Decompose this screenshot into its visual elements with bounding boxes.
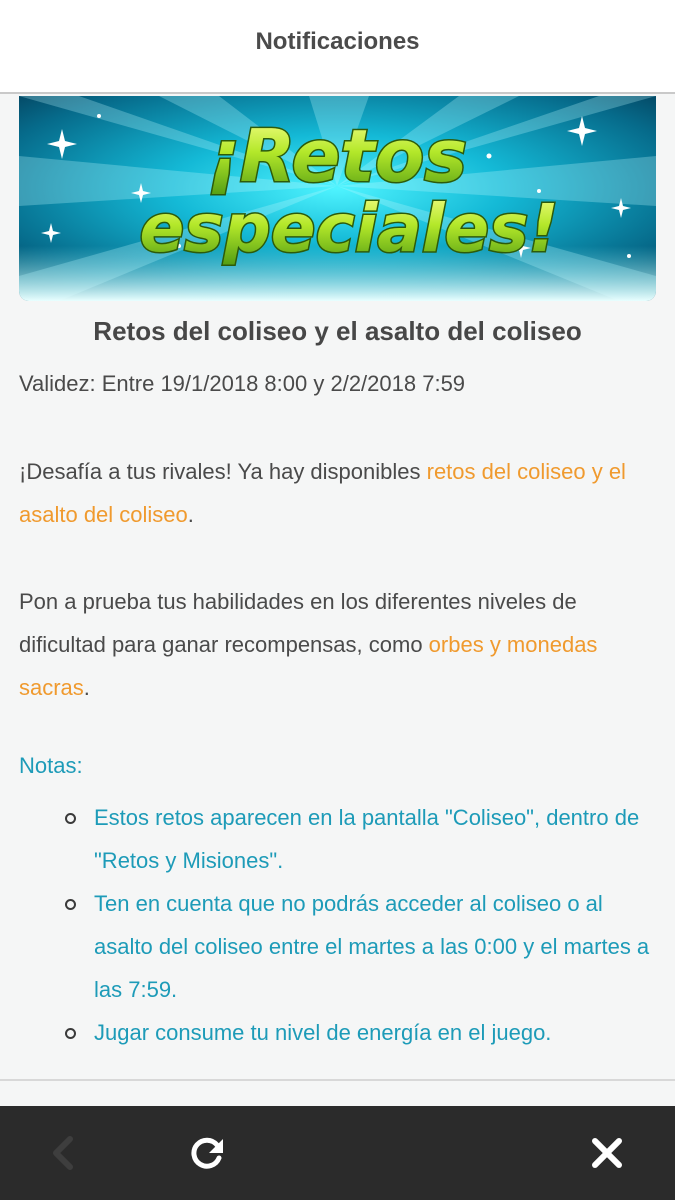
intro-text: ¡Desafía a tus rivales! Ya hay disponibl… — [19, 459, 427, 484]
note-text: Jugar consume tu nivel de energía en el … — [94, 1020, 552, 1045]
top-bar: Notificaciones — [0, 0, 675, 94]
list-item: Estos retos aparecen en la pantalla "Col… — [65, 796, 662, 882]
notes-heading: Notas: — [19, 753, 83, 778]
reload-button[interactable] — [185, 1131, 229, 1175]
note-text: Ten en cuenta que no podrás acceder al c… — [94, 891, 650, 1002]
notes-list: Estos retos aparecen en la pantalla "Col… — [65, 796, 662, 1054]
bottom-navigation-bar — [0, 1106, 675, 1200]
bullet-icon — [65, 1028, 76, 1039]
close-icon — [592, 1138, 622, 1168]
bullet-icon — [65, 899, 76, 910]
banner-heading-line2: especiales! — [139, 190, 558, 267]
chevron-left-icon — [53, 1136, 73, 1170]
bullet-icon — [65, 813, 76, 824]
list-item: Jugar consume tu nivel de energía en el … — [65, 1011, 662, 1054]
note-text: Estos retos aparecen en la pantalla "Col… — [94, 805, 640, 873]
notification-content[interactable]: ¡Retos especiales! Retos del coliseo y e… — [0, 94, 675, 1106]
article-title: Retos del coliseo y el asalto del colise… — [93, 316, 582, 346]
close-button[interactable] — [585, 1131, 629, 1175]
back-button[interactable] — [42, 1131, 86, 1175]
banner-heading-line1: ¡Retos — [207, 114, 467, 198]
rewards-paragraph: Pon a prueba tus habilidades en los dife… — [19, 580, 659, 709]
validity-dates: Validez: Entre 19/1/2018 8:00 y 2/2/2018… — [19, 371, 466, 396]
page-title: Notificaciones — [255, 28, 420, 55]
event-banner-image: ¡Retos especiales! — [19, 96, 656, 301]
rewards-text-end: . — [83, 675, 90, 700]
intro-paragraph: ¡Desafía a tus rivales! Ya hay disponibl… — [19, 450, 659, 536]
divider — [0, 1079, 675, 1081]
reload-icon — [191, 1137, 223, 1169]
list-item: Ten en cuenta que no podrás acceder al c… — [65, 882, 662, 1011]
intro-text-end: . — [187, 502, 194, 527]
